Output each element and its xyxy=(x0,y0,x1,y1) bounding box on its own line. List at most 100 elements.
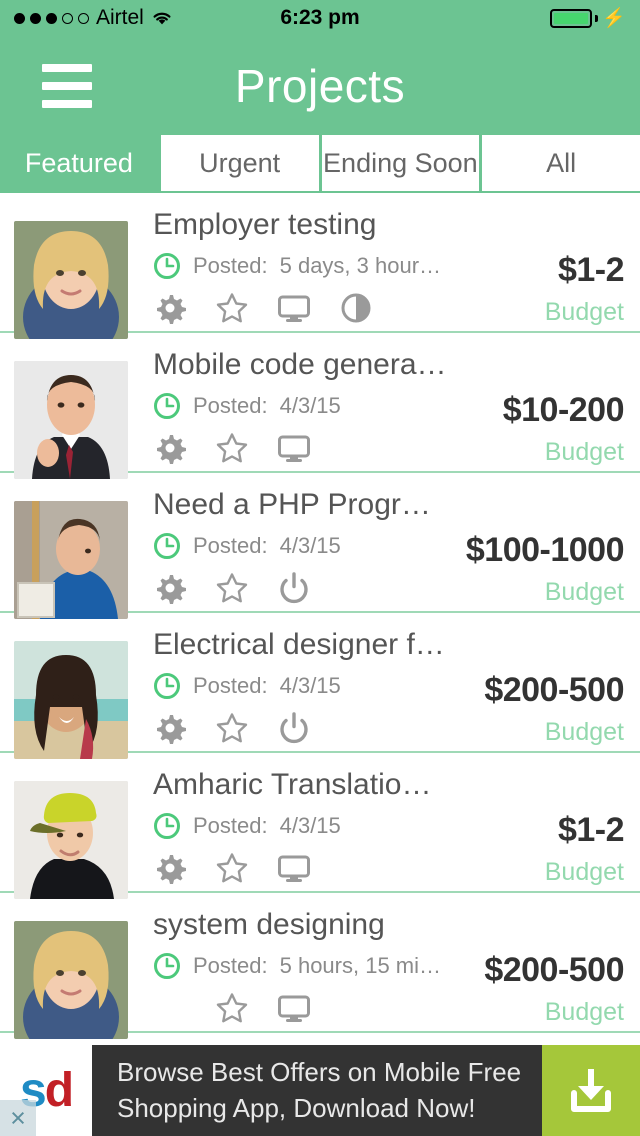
tab-all[interactable]: All xyxy=(482,135,640,191)
posted-value: 4/3/15 xyxy=(279,672,341,698)
ad-logo: sd × xyxy=(0,1045,92,1136)
project-actions xyxy=(153,848,447,888)
status-bar-left: Airtel xyxy=(14,6,173,30)
tab-urgent[interactable]: Urgent xyxy=(160,135,322,191)
status-bar: Airtel 6:23 pm ⚡ xyxy=(0,0,640,36)
page-title: Projects xyxy=(234,59,406,112)
navigation-bar: Projects xyxy=(0,36,640,135)
avatar xyxy=(14,501,128,619)
price-value: $1-2 xyxy=(557,811,625,849)
list-item[interactable]: Electrical designer for constr… Posted: … xyxy=(0,613,640,759)
project-actions xyxy=(153,288,447,328)
monitor-icon[interactable] xyxy=(277,851,311,885)
budget-label: Budget xyxy=(544,718,624,746)
list-item[interactable]: Amharic Translation Tech Need Posted: 4/… xyxy=(0,753,640,899)
star-icon[interactable] xyxy=(215,571,249,605)
clock-icon xyxy=(154,532,180,559)
list-item[interactable]: Need a PHP Programmer Posted: 4/3/15 xyxy=(0,473,640,619)
price-value: $100-1000 xyxy=(465,531,625,569)
clock-icon xyxy=(154,392,180,419)
monitor-icon[interactable] xyxy=(277,291,311,325)
ad-download-button[interactable] xyxy=(542,1045,640,1136)
star-icon[interactable] xyxy=(215,851,249,885)
posted-value: 4/3/15 xyxy=(279,392,341,418)
tab-ending-soon[interactable]: Ending Soon xyxy=(321,135,483,191)
close-icon[interactable]: × xyxy=(0,1100,36,1136)
tab-bar: Featured Urgent Ending Soon All xyxy=(0,135,640,193)
clock-icon xyxy=(154,952,180,979)
posted-value: 5 hours, 15 minut… xyxy=(279,952,447,978)
posted-label: Posted: xyxy=(193,672,268,698)
clock-icon xyxy=(154,252,180,279)
list-item-body: Mobile code generator Posted: 4/3/15 xyxy=(128,343,447,468)
power-icon[interactable] xyxy=(277,711,311,745)
gear-icon[interactable] xyxy=(153,291,187,325)
gear-icon[interactable] xyxy=(153,431,187,465)
signal-strength-icon xyxy=(14,12,89,24)
gear-icon[interactable] xyxy=(153,571,187,605)
hamburger-menu-icon[interactable] xyxy=(42,63,92,108)
gear-icon[interactable] xyxy=(153,851,187,885)
list-item[interactable]: Employer testing Posted: 5 days, 3 hours… xyxy=(0,193,640,339)
budget-label: Budget xyxy=(544,998,624,1026)
contrast-icon[interactable] xyxy=(339,291,373,325)
download-icon xyxy=(571,1068,611,1112)
posted-label: Posted: xyxy=(193,392,268,418)
gear-icon[interactable] xyxy=(153,711,187,745)
wifi-icon xyxy=(153,12,171,25)
avatar xyxy=(14,921,128,1039)
carrier-name: Airtel xyxy=(96,6,144,29)
project-budget: $10-200 Budget xyxy=(447,343,632,467)
clock-icon xyxy=(154,672,180,699)
posted-label: Posted: xyxy=(193,812,268,838)
app-screen: Airtel 6:23 pm ⚡ Projects Featured Urgen… xyxy=(0,0,640,1136)
posted-label: Posted: xyxy=(193,532,268,558)
power-icon[interactable] xyxy=(277,571,311,605)
avatar xyxy=(14,361,128,479)
lightning-bolt-icon: ⚡ xyxy=(602,7,626,29)
posted-value: 4/3/15 xyxy=(279,532,341,558)
clock-icon xyxy=(154,812,180,839)
list-item-body: Amharic Translation Tech Need Posted: 4/… xyxy=(128,763,447,888)
list-item-body: Electrical designer for constr… Posted: … xyxy=(128,623,447,748)
list-item[interactable]: system designing Posted: 5 hours, 15 min… xyxy=(0,893,640,1039)
posted-value: 4/3/15 xyxy=(279,812,341,838)
project-meta: Posted: 4/3/15 xyxy=(153,532,447,560)
ad-text-line2: Shopping App, Download Now! xyxy=(117,1092,476,1123)
project-actions xyxy=(153,428,447,468)
battery-icon xyxy=(550,8,593,28)
monitor-icon[interactable] xyxy=(277,431,311,465)
project-meta: Posted: 5 days, 3 hours ago xyxy=(153,252,447,280)
budget-label: Budget xyxy=(544,438,624,466)
project-budget: $1-2 Budget xyxy=(447,763,632,887)
ad-text: Browse Best Offers on Mobile Free Shoppi… xyxy=(92,1045,542,1136)
price-value: $10-200 xyxy=(502,391,625,429)
project-actions xyxy=(153,708,447,748)
project-budget: $100-1000 Budget xyxy=(447,483,632,607)
posted-value: 5 days, 3 hours ago xyxy=(279,252,447,278)
list-item[interactable]: Mobile code generator Posted: 4/3/15 $10… xyxy=(0,333,640,479)
project-budget: $1-2 Budget xyxy=(447,203,632,327)
project-title: Amharic Translation Tech Need xyxy=(153,768,447,801)
tab-featured[interactable]: Featured xyxy=(0,135,161,191)
posted-label: Posted: xyxy=(193,252,268,278)
avatar xyxy=(14,221,128,339)
project-meta: Posted: 4/3/15 xyxy=(153,812,447,840)
budget-label: Budget xyxy=(544,858,624,886)
star-icon[interactable] xyxy=(215,431,249,465)
project-meta: Posted: 4/3/15 xyxy=(153,392,447,420)
star-icon[interactable] xyxy=(215,711,249,745)
ad-banner[interactable]: sd × Browse Best Offers on Mobile Free S… xyxy=(0,1045,640,1136)
star-icon[interactable] xyxy=(215,291,249,325)
status-bar-right: ⚡ xyxy=(550,7,626,29)
project-actions xyxy=(153,988,447,1028)
star-icon[interactable] xyxy=(215,991,249,1025)
project-title: Mobile code generator xyxy=(153,348,447,381)
project-list[interactable]: Employer testing Posted: 5 days, 3 hours… xyxy=(0,193,640,1039)
list-item-body: Employer testing Posted: 5 days, 3 hours… xyxy=(128,203,447,328)
price-value: $1-2 xyxy=(557,251,625,289)
project-meta: Posted: 4/3/15 xyxy=(153,672,447,700)
monitor-icon[interactable] xyxy=(277,991,311,1025)
price-value: $200-500 xyxy=(484,671,624,709)
posted-label: Posted: xyxy=(193,952,268,978)
